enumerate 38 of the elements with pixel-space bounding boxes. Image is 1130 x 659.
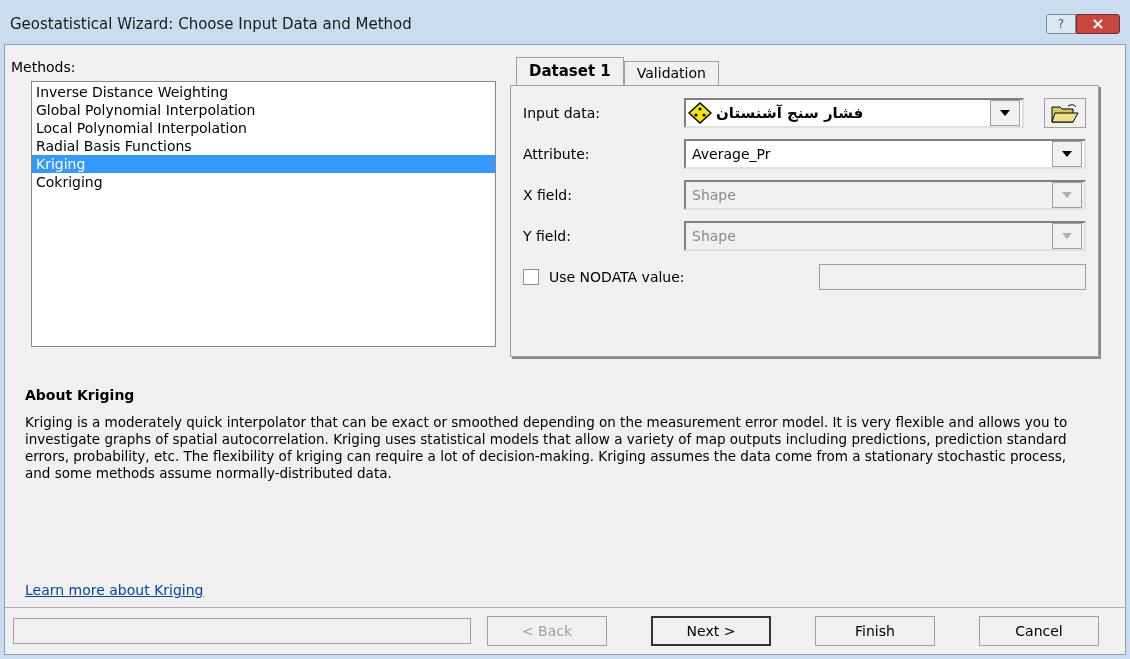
list-item[interactable]: Global Polynomial Interpolation [32, 101, 495, 119]
checkbox[interactable] [523, 269, 539, 285]
field-value: فشار سنج آشنستان [715, 102, 865, 124]
help-button[interactable]: ? [1046, 14, 1076, 34]
field-value: Shape [691, 226, 737, 246]
close-button[interactable]: × [1076, 14, 1120, 34]
caret-icon [1062, 233, 1072, 239]
tab[interactable]: Dataset 1 [516, 57, 624, 85]
field-value: Average_Pr [691, 144, 772, 164]
dropdown-button[interactable] [1052, 141, 1082, 167]
list-item[interactable]: Radial Basis Functions [32, 137, 495, 155]
field-value: Shape [691, 185, 737, 205]
tab[interactable]: Validation [623, 61, 719, 85]
caret-icon [1062, 192, 1072, 198]
field-label: Input data: [523, 103, 601, 123]
learn-more-link[interactable]: Learn more about Kriging [25, 580, 204, 601]
list-item[interactable]: Inverse Distance Weighting [32, 83, 495, 101]
wizard-button[interactable]: Next > [651, 616, 771, 646]
about-title: About Kriging [25, 386, 136, 405]
caret-icon [1000, 110, 1010, 116]
caret-icon [1062, 151, 1072, 157]
point-layer-icon [688, 102, 712, 124]
methods-label: Methods: [11, 58, 77, 77]
layer-dropdown[interactable]: فشار سنج آشنستان [684, 98, 1024, 128]
open-folder-button[interactable] [1044, 98, 1086, 128]
dropdown-field[interactable]: Average_Pr [684, 139, 1086, 169]
window-title: Geostatistical Wizard: Choose Input Data and Method [10, 13, 412, 35]
list-item[interactable]: Cokriging [32, 173, 495, 191]
wizard-button[interactable]: Finish [815, 616, 935, 646]
folder-icon [1051, 103, 1079, 123]
field-label: Y field: [523, 226, 572, 246]
checkbox-label: Use NODATA value: [549, 267, 686, 287]
field-label: X field: [523, 185, 573, 205]
about-description: Kriging is a moderately quick interpolator that can be exact or smoothed depending on the measurement error model. It is very flexible and allows you to investigate graphs of spatial autocorrelation. Kriging uses statistical models that allow a variety of map outputs including predictions, prediction standard errors, probability, etc. The flexibility of kriging can require a lot of decision-making. Kriging assumes the data come from a stationary stochastic process, and some methods assume normally-distributed data. [25, 414, 1069, 482]
wizard-button[interactable]: Cancel [979, 616, 1099, 646]
dropdown-button[interactable] [990, 100, 1020, 126]
list-item[interactable]: Local Polynomial Interpolation [32, 119, 495, 137]
field-label: Attribute: [523, 144, 591, 164]
